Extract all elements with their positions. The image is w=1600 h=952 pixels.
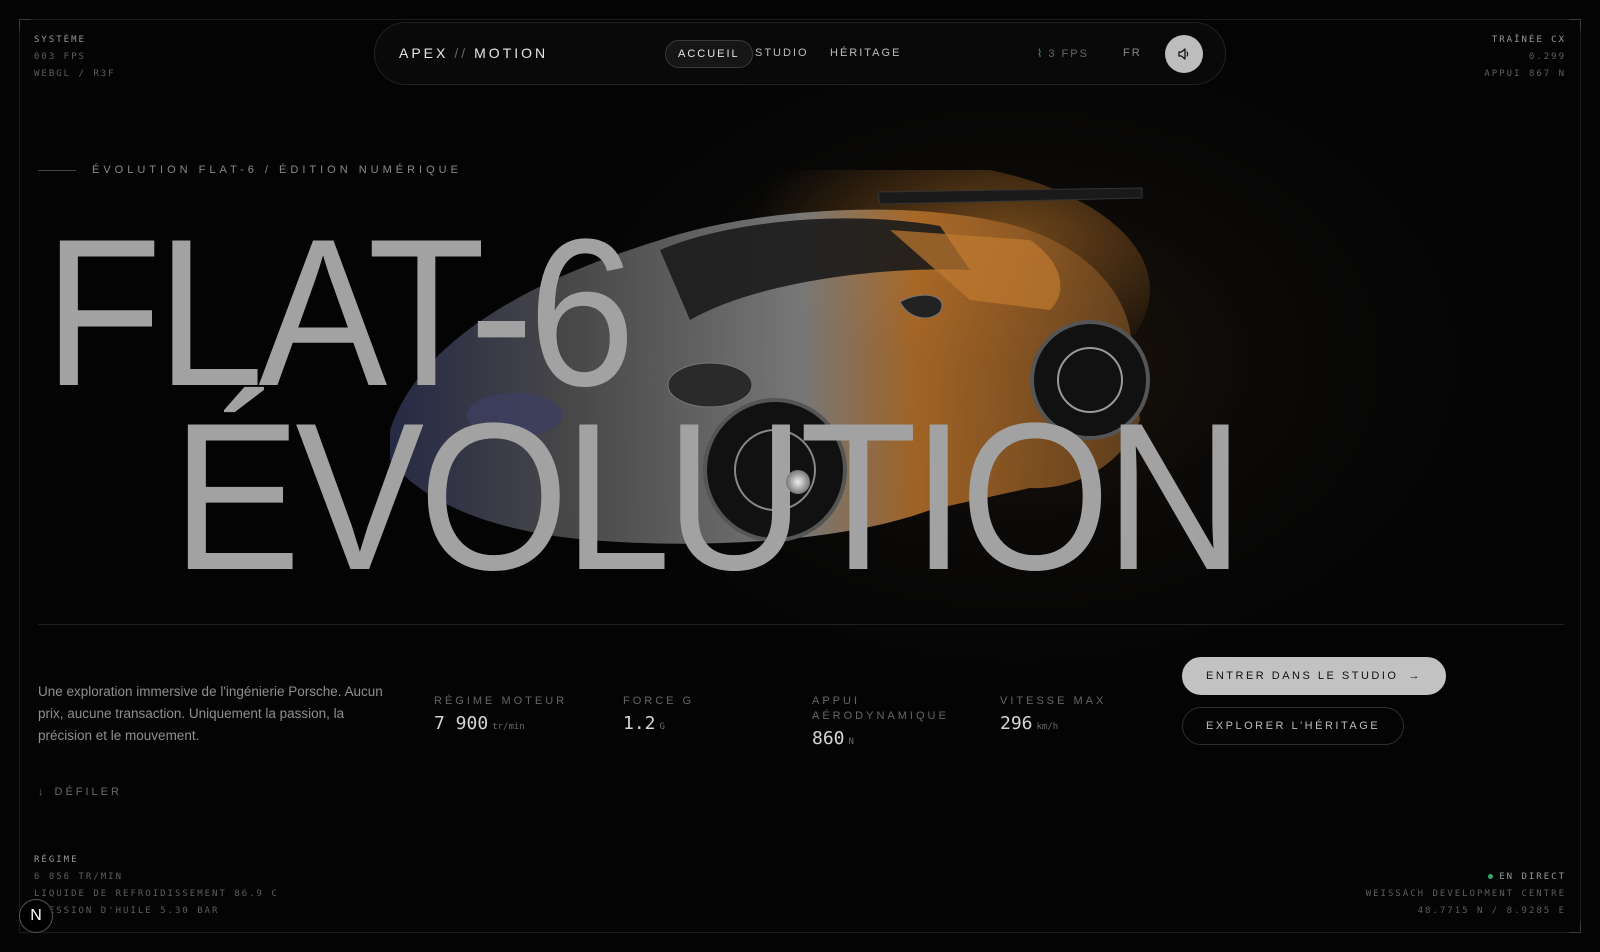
stat-value-row: 7 900 tr/min xyxy=(434,713,567,734)
frame-top xyxy=(19,19,1581,20)
fps-value: 3 FPS xyxy=(1048,48,1089,60)
hero-intro: Une exploration immersive de l'ingénieri… xyxy=(38,684,383,743)
stat-unit: tr/min xyxy=(492,722,525,732)
brand-separator: // xyxy=(454,45,469,61)
live-dot-icon xyxy=(1488,874,1494,879)
location-name: WEISSACH DEVELOPMENT CENTRE xyxy=(1365,889,1566,899)
explore-heritage-button[interactable]: EXPLORER L'HÉRITAGE xyxy=(1182,707,1405,745)
corner-tl xyxy=(19,19,31,31)
stat-engine-speed: RÉGIME MOTEUR 7 900 tr/min xyxy=(434,694,567,734)
nav-link-heritage[interactable]: HÉRITAGE xyxy=(818,40,913,68)
stat-label: RÉGIME MOTEUR xyxy=(434,695,568,707)
stat-unit: km/h xyxy=(1036,722,1059,732)
scroll-label: DÉFILER xyxy=(54,786,122,798)
stat-top-speed: VITESSE MAX 296 km/h xyxy=(1000,694,1106,734)
stat-value: 1.2 xyxy=(623,713,656,734)
hud-drag-value: 0.299 xyxy=(1528,52,1566,62)
hero-stage: SYSTÈME 003 FPS WEBGL / R3F TRAÎNÉE CX 0… xyxy=(0,0,1600,952)
sound-button[interactable] xyxy=(1165,35,1203,73)
fps-indicator: ⌇ 3 FPS xyxy=(1037,47,1089,60)
hud-rpm-title: RÉGIME xyxy=(34,855,79,865)
stat-g-force: FORCE G 1.2 G xyxy=(623,694,694,734)
live-label: EN DIRECT xyxy=(1499,872,1566,882)
hud-coolant: LIQUIDE DE REFROIDISSEMENT 86.9 C xyxy=(34,889,279,899)
pulse-icon: ⌇ xyxy=(1037,48,1045,60)
location-coordinates: 48.7715 N / 8.9285 E xyxy=(1417,906,1566,916)
nav-link-studio[interactable]: STUDIO xyxy=(743,40,821,68)
hero-divider xyxy=(38,624,1564,625)
arrow-down-icon: ↓ xyxy=(38,786,47,798)
corner-br xyxy=(1569,921,1581,933)
brand-motion: MOTION xyxy=(474,45,549,61)
corner-tr xyxy=(1569,19,1581,31)
framework-logo-icon[interactable]: N xyxy=(19,899,53,933)
cursor-icon xyxy=(786,470,810,494)
speaker-icon xyxy=(1178,48,1189,60)
stat-downforce: APPUI AÉRODYNAMIQUE 860 N xyxy=(812,694,952,749)
language-toggle[interactable]: FR xyxy=(1123,47,1142,59)
hud-downforce: APPUI 867 N xyxy=(1484,69,1566,79)
eyebrow-line xyxy=(38,169,76,171)
hud-rpm-value: 6 856 TR/MIN xyxy=(34,872,124,882)
enter-studio-button[interactable]: ENTRER DANS LE STUDIO → xyxy=(1182,657,1446,695)
enter-studio-label: ENTRER DANS LE STUDIO xyxy=(1206,670,1399,682)
hud-rpm: RÉGIME 6 856 TR/MIN LIQUIDE DE REFROIDIS… xyxy=(34,852,279,920)
hero-title-line2: ÉVOLUTION xyxy=(172,379,1244,614)
stat-value: 296 xyxy=(1000,713,1033,734)
stat-unit: G xyxy=(659,722,665,732)
stat-value-row: 1.2 G xyxy=(623,713,694,734)
nav-link-accueil[interactable]: ACCUEIL xyxy=(665,40,753,68)
stat-value-row: 296 km/h xyxy=(1000,713,1106,734)
top-nav: APEX // MOTION ACCUEIL STUDIO HÉRITAGE ⌇ 3 … xyxy=(374,22,1226,85)
stat-value: 7 900 xyxy=(434,713,489,734)
live-indicator: EN DIRECT xyxy=(1366,869,1566,886)
hud-location: EN DIRECT WEISSACH DEVELOPMENT CENTRE 48… xyxy=(1366,869,1566,920)
frame-right xyxy=(1580,19,1581,932)
hud-oil-pressure: PRESSION D'HUILE 5.30 BAR xyxy=(34,906,220,916)
brand-logo[interactable]: APEX // MOTION xyxy=(399,45,548,61)
hud-drag: TRAÎNÉE CX 0.299 APPUI 867 N xyxy=(1484,32,1566,83)
frame-bottom xyxy=(19,932,1581,933)
hud-system-renderer: WEBGL / R3F xyxy=(34,69,116,79)
hud-drag-title: TRAÎNÉE CX xyxy=(1491,35,1566,45)
brand-apex: APEX xyxy=(399,45,449,61)
stat-label: VITESSE MAX xyxy=(1000,695,1107,707)
hud-system: SYSTÈME 003 FPS WEBGL / R3F xyxy=(34,32,116,83)
stat-label: FORCE G xyxy=(623,695,695,707)
stat-label: APPUI AÉRODYNAMIQUE xyxy=(812,695,949,722)
hud-system-title: SYSTÈME xyxy=(34,35,86,45)
stat-value-row: 860 N xyxy=(812,728,952,749)
stat-unit: N xyxy=(848,737,854,747)
scroll-hint[interactable]: ↓ DÉFILER xyxy=(38,786,122,798)
stat-value: 860 xyxy=(812,728,845,749)
arrow-right-icon: → xyxy=(1408,670,1422,682)
frame-left xyxy=(19,19,20,932)
hud-system-fps: 003 FPS xyxy=(34,52,86,62)
